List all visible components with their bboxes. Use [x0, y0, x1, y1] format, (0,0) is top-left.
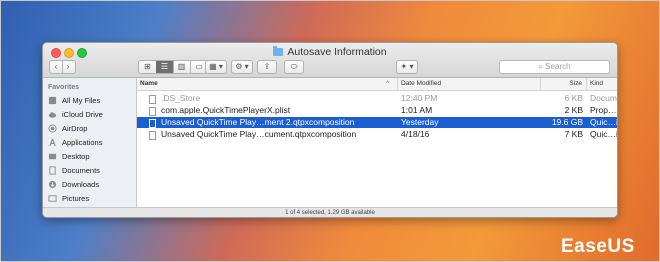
file-date: 1:01 AM — [401, 105, 433, 115]
sidebar-item-pictures[interactable]: Pictures — [48, 193, 89, 202]
sidebar: Favorites All My Files iCloud Drive AirD… — [43, 78, 137, 217]
action-button[interactable]: ⚙ ▾ — [231, 60, 253, 74]
search-input[interactable]: ⌕ Search — [499, 60, 610, 74]
column-header-date[interactable]: Date Modified — [398, 78, 541, 90]
cloud-icon — [48, 112, 57, 118]
forward-button[interactable]: › — [62, 61, 74, 73]
column-header-row: Name ^ Date Modified Size Kind — [137, 78, 617, 91]
column-header-size[interactable]: Size — [541, 78, 587, 90]
applications-icon — [49, 138, 56, 147]
table-row-selected[interactable]: Unsaved QuickTime Play…ment 2.qtpxcompos… — [137, 117, 617, 128]
sidebar-item-icloud-drive[interactable]: iCloud Drive — [48, 109, 103, 121]
view-mode-control: ⊞ ☰ ▥ ▭ — [138, 60, 210, 74]
sidebar-item-downloads[interactable]: Downloads — [48, 179, 99, 191]
file-date: 12:40 PM — [401, 93, 438, 103]
sidebar-item-documents[interactable]: Documents — [48, 165, 100, 177]
file-kind: Quic…ition — [590, 117, 617, 127]
folder-icon — [273, 46, 284, 56]
all-files-icon — [48, 96, 57, 105]
desktop-icon — [48, 153, 57, 160]
sort-arrow-icon: ^ — [386, 80, 390, 87]
window-title: Autosave Information — [43, 46, 617, 58]
airdrop-icon — [48, 124, 57, 133]
title-bar: Autosave Information ‹ › ⊞ ☰ ▥ ▭ ▦ ▾ ⚙ ▾… — [43, 43, 617, 78]
document-icon — [149, 131, 156, 140]
document-icon — [149, 119, 156, 128]
file-size: 19.6 GB — [551, 117, 583, 127]
documents-icon — [49, 166, 56, 175]
file-size: 7 KB — [564, 129, 583, 139]
arrange-button[interactable]: ▦ ▾ — [205, 60, 227, 74]
file-date: Yesterday — [401, 117, 439, 127]
file-kind: Quic…ition — [590, 129, 617, 139]
dropbox-button[interactable]: ✦ ▾ — [396, 60, 418, 74]
status-bar: 1 of 4 selected, 1.29 GB available — [43, 207, 617, 217]
tag-button[interactable]: ⬭ — [284, 60, 304, 74]
share-button[interactable]: ⇪ — [257, 60, 277, 74]
file-name: Unsaved QuickTime Play…cument.qtpxcompos… — [161, 129, 357, 139]
pictures-icon — [48, 195, 57, 202]
sidebar-item-desktop[interactable]: Desktop — [48, 151, 90, 163]
table-row[interactable]: .DS_Store 12:40 PM 6 KB Document — [137, 93, 617, 104]
back-forward-control: ‹ › — [49, 60, 76, 74]
sidebar-item-all-my-files[interactable]: All My Files — [48, 95, 100, 107]
icon-view-button[interactable]: ⊞ — [139, 61, 157, 73]
easeus-logo: EaseUS — [561, 236, 635, 257]
list-view-button[interactable]: ☰ — [156, 61, 174, 73]
file-kind: Document — [590, 93, 617, 103]
column-header-name[interactable]: Name ^ — [137, 78, 398, 90]
column-header-kind[interactable]: Kind — [587, 78, 617, 90]
sidebar-heading-favorites: Favorites — [48, 84, 80, 91]
downloads-icon — [48, 180, 57, 189]
file-kind: Prop…List — [590, 105, 617, 115]
file-date: 4/18/16 — [401, 129, 430, 139]
sidebar-item-applications[interactable]: Applications — [48, 137, 102, 149]
file-size: 6 KB — [564, 93, 583, 103]
column-view-button[interactable]: ▥ — [173, 61, 191, 73]
file-name: Unsaved QuickTime Play…ment 2.qtpxcompos… — [161, 117, 355, 127]
table-row[interactable]: com.apple.QuickTimePlayerX.plist 1:01 AM… — [137, 105, 617, 116]
file-list: Name ^ Date Modified Size Kind .DS_Store… — [137, 78, 617, 207]
file-size: 2 KB — [564, 105, 583, 115]
finder-window: Autosave Information ‹ › ⊞ ☰ ▥ ▭ ▦ ▾ ⚙ ▾… — [42, 42, 618, 218]
file-name: com.apple.QuickTimePlayerX.plist — [161, 105, 291, 115]
document-icon — [149, 107, 156, 116]
table-row[interactable]: Unsaved QuickTime Play…cument.qtpxcompos… — [137, 129, 617, 140]
sidebar-item-airdrop[interactable]: AirDrop — [48, 123, 87, 135]
file-name: .DS_Store — [161, 93, 201, 103]
document-icon — [149, 95, 156, 104]
